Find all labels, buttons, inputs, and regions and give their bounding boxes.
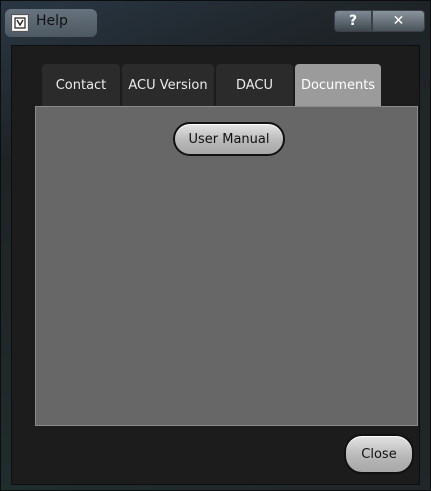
close-button[interactable]: Close <box>344 434 414 474</box>
tab-contact[interactable]: Contact <box>42 64 120 106</box>
documents-panel: User Manual <box>35 106 418 426</box>
tab-documents[interactable]: Documents <box>295 64 381 106</box>
caption-buttons: ? ✕ <box>334 10 425 32</box>
user-manual-button[interactable]: User Manual <box>173 122 285 156</box>
help-button[interactable]: ? <box>334 10 372 32</box>
tab-acu-version[interactable]: ACU Version <box>122 64 214 106</box>
title-bar[interactable]: Help ? ✕ <box>1 1 431 43</box>
tab-bar: Contact ACU Version DACU Documents <box>42 64 381 106</box>
app-icon <box>11 14 29 32</box>
window-title: Help <box>36 13 68 29</box>
dialog-body: Contact ACU Version DACU Documents User … <box>11 45 420 485</box>
tab-dacu[interactable]: DACU <box>216 64 293 106</box>
window-close-button[interactable]: ✕ <box>372 10 425 32</box>
help-window: Help ? ✕ Contact ACU Version DACU Docume… <box>0 0 431 491</box>
